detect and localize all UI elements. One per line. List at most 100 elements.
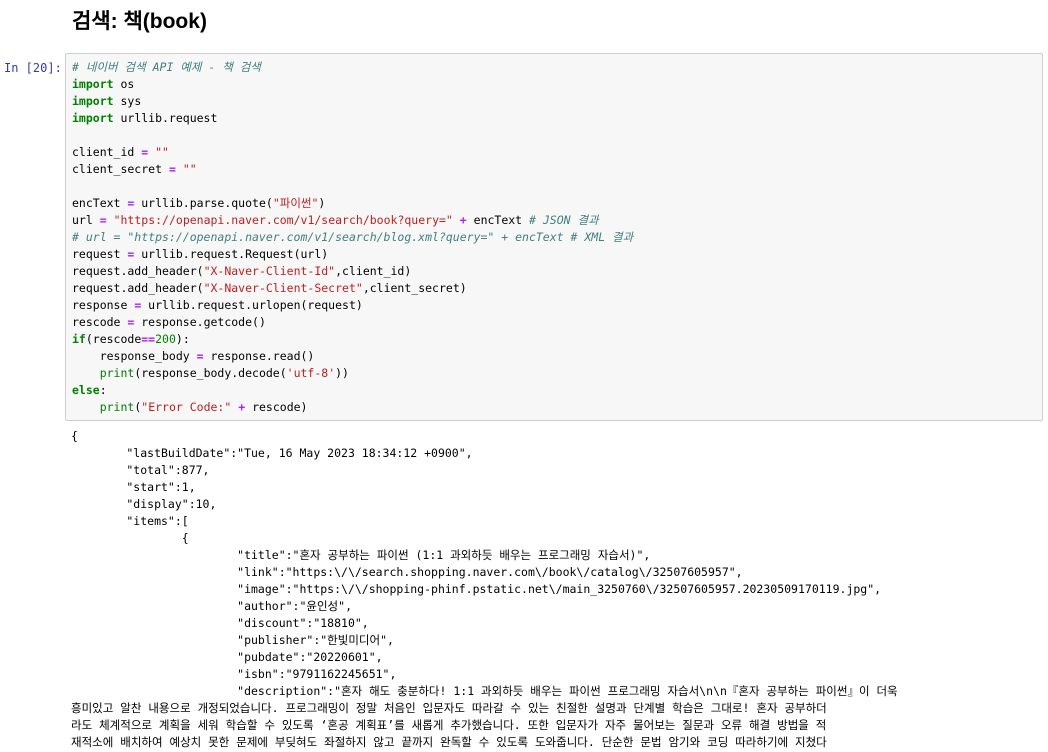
code-token: print — [99, 366, 135, 380]
code-token: response — [72, 298, 135, 312]
code-token: request — [72, 247, 128, 261]
code-token: import — [72, 111, 114, 125]
code-token: 'utf-8' — [286, 366, 336, 380]
code-token: "X-Naver-Client-Secret" — [203, 281, 363, 295]
code-line: response_body = response.read() — [72, 348, 633, 365]
output-line: "lastBuildDate":"Tue, 16 May 2023 18:34:… — [71, 446, 473, 460]
code-token: urllib.request.urlopen(request) — [141, 298, 363, 312]
code-line: response = urllib.request.urlopen(reques… — [72, 297, 633, 314]
output-line: "link":"https:\/\/search.shopping.naver.… — [71, 565, 743, 579]
code-line: encText = urllib.parse.quote("파이썬") — [72, 195, 633, 212]
code-token: response.read() — [203, 349, 315, 363]
code-token: if — [72, 332, 86, 346]
output-line: "total":877, — [71, 463, 210, 477]
output-line: 흥미있고 알찬 내용으로 개정되었습니다. 프로그래밍이 정말 처음인 입문자도… — [71, 701, 827, 715]
code-token: == — [141, 332, 156, 346]
code-token: "https://openapi.naver.com/v1/search/boo… — [113, 213, 453, 227]
section-heading: 검색: 책(book) — [72, 10, 207, 33]
code-token: "Error Code:" — [141, 400, 232, 414]
code-token: os — [113, 77, 135, 91]
output-line: "isbn":"9791162245651", — [71, 667, 397, 681]
code-token: "" — [155, 145, 169, 159]
output-line: "pubdate":"20220601", — [71, 650, 383, 664]
output-line: "start":1, — [71, 480, 196, 494]
code-token: rescode) — [245, 400, 308, 414]
cell-output: { "lastBuildDate":"Tue, 16 May 2023 18:3… — [71, 428, 1043, 752]
cell-prompt: In [20]: — [4, 61, 62, 75]
code-token: "파이썬" — [272, 196, 319, 210]
code-line: import urllib.request — [72, 110, 633, 127]
code-line: url = "https://openapi.naver.com/v1/sear… — [72, 212, 633, 229]
code-token: encText — [72, 196, 128, 210]
code-token: : — [99, 383, 107, 397]
code-token: (rescode — [85, 332, 142, 346]
code-token: ) — [318, 196, 326, 210]
output-line: "items":[ — [71, 514, 189, 528]
code-line: print("Error Code:" + rescode) — [72, 399, 633, 416]
code-token: ): — [175, 332, 190, 346]
code-token: request.add_header( — [72, 281, 204, 295]
code-token: # url = "https://openapi.naver.com/v1/se… — [72, 230, 634, 244]
output-line: "description":"혼자 해도 충분하다! 1:1 과외하듯 배우는 … — [71, 684, 898, 698]
code-token: urllib.request.Request(url) — [134, 247, 329, 261]
code-token: 200 — [155, 332, 176, 346]
code-token: urllib.parse.quote( — [134, 196, 273, 210]
code-token: sys — [113, 94, 142, 108]
code-token: request.add_header( — [72, 264, 204, 278]
code-line: import os — [72, 76, 633, 93]
output-line: { — [71, 531, 189, 545]
code-token: "" — [182, 162, 197, 176]
code-line: client_secret = "" — [72, 161, 633, 178]
code-line: request = urllib.request.Request(url) — [72, 246, 633, 263]
code-line: rescode = response.getcode() — [72, 314, 633, 331]
code-token: response.getcode() — [134, 315, 266, 329]
code-token: client_secret — [72, 162, 169, 176]
output-line: "publisher":"한빛미디어", — [71, 633, 394, 647]
code-line: client_id = "" — [72, 144, 633, 161]
output-line: "image":"https:\/\/shopping-phinf.pstati… — [71, 582, 882, 596]
code-line: # url = "https://openapi.naver.com/v1/se… — [72, 229, 633, 246]
output-line: "author":"윤인성", — [71, 599, 352, 613]
code-line: else: — [72, 382, 633, 399]
code-token: = — [99, 213, 107, 227]
code-token: import — [72, 77, 114, 91]
code-token: urllib.request — [113, 111, 218, 125]
code-token: )) — [335, 366, 349, 380]
code-token: = — [196, 349, 204, 363]
output-line: "title":"혼자 공부하는 파이썬 (1:1 과외하듯 배우는 프로그래밍… — [71, 548, 651, 562]
code-line: request.add_header("X-Naver-Client-Id",c… — [72, 263, 633, 280]
code-line: import sys — [72, 93, 633, 110]
output-line: "discount":"18810", — [71, 616, 369, 630]
code-editor[interactable]: # 네이버 검색 API 예제 - 책 검색 import os import sy… — [72, 59, 633, 416]
code-token: + — [459, 213, 467, 227]
code-token: encText — [466, 213, 530, 227]
code-token: import — [72, 94, 114, 108]
output-line: { — [71, 429, 78, 443]
code-token: "X-Naver-Client-Id" — [203, 264, 336, 278]
output-line: "display":10, — [71, 497, 217, 511]
code-token: (response_body.decode( — [134, 366, 287, 380]
code-token: # JSON 결과 — [529, 213, 599, 227]
code-token: response_body — [72, 349, 197, 363]
code-token: else — [72, 383, 100, 397]
code-token: ,client_id) — [335, 264, 412, 278]
code-token: = — [168, 162, 176, 176]
code-line: if(rescode==200): — [72, 331, 633, 348]
code-token: # 네이버 검색 API 예제 - 책 검색 — [72, 60, 261, 74]
code-token: client_id — [72, 145, 142, 159]
code-token: rescode — [72, 315, 128, 329]
code-line: request.add_header("X-Naver-Client-Secre… — [72, 280, 633, 297]
output-line: 재적소에 배치하여 예상치 못한 문제에 부딪혀도 좌절하지 않고 끝까지 완독… — [71, 735, 827, 749]
code-line: print(response_body.decode('utf-8')) — [72, 365, 633, 382]
code-line: # 네이버 검색 API 예제 - 책 검색 — [72, 59, 633, 76]
output-line: 라도 체계적으로 계획을 세워 학습할 수 있도록 ‘혼공 계획표’를 새롭게 … — [71, 718, 827, 732]
code-token: url — [72, 213, 100, 227]
code-token: print — [99, 400, 135, 414]
code-cell-input[interactable]: # 네이버 검색 API 예제 - 책 검색 import os import sy… — [65, 53, 1043, 421]
